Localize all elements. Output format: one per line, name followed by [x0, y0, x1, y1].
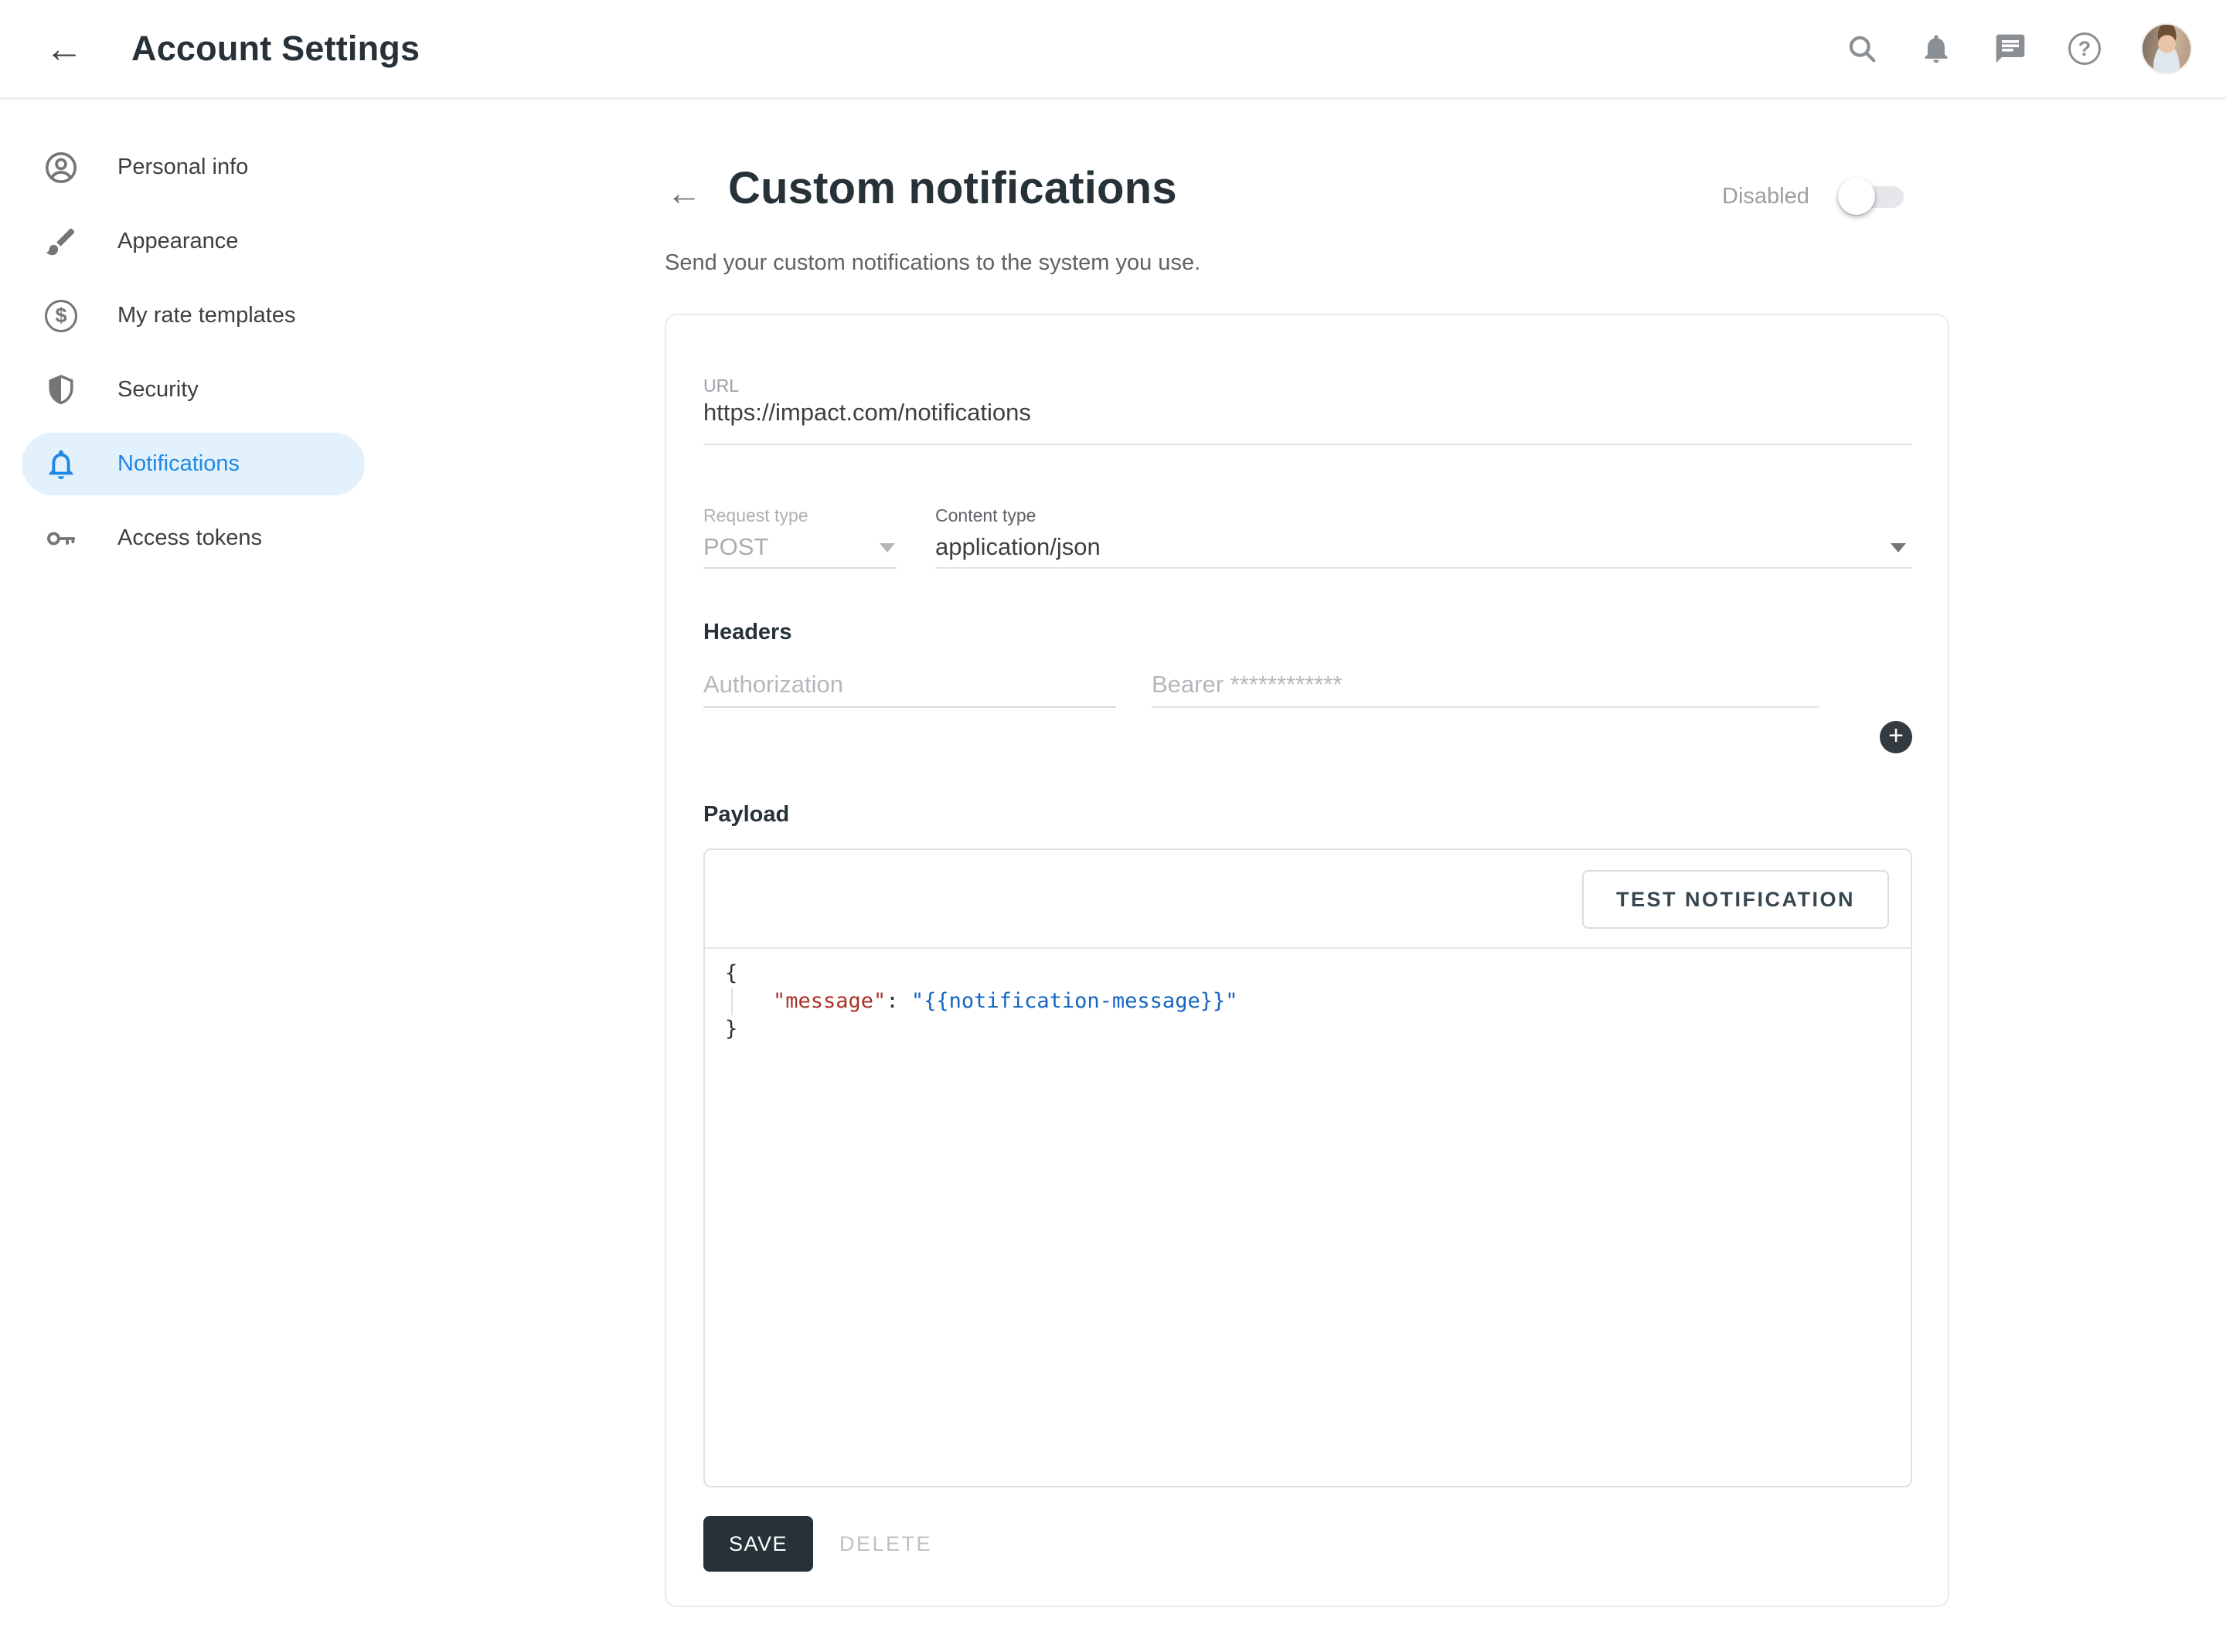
delete-button[interactable]: DELETE	[839, 1516, 932, 1572]
bell-icon	[43, 447, 79, 482]
notifications-bell-icon[interactable]	[1918, 31, 1954, 66]
dollar-glyph: $	[45, 300, 77, 332]
headers-section-title: Headers	[703, 620, 791, 645]
header-key-underline	[703, 706, 1116, 708]
url-underline	[703, 444, 1912, 445]
sidebar-item-label: Appearance	[117, 229, 238, 254]
content-type-underline	[935, 567, 1912, 569]
code-line-message: "message": "{{notification-message}}"	[731, 987, 1911, 1015]
settings-sidebar: Personal info Appearance $ My rate templ…	[0, 99, 386, 581]
page-title: Custom notifications	[728, 162, 1177, 214]
content-type-dropdown-arrow-icon	[1891, 543, 1906, 552]
code-line-open: {	[725, 960, 1911, 987]
add-header-button[interactable]: +	[1880, 721, 1912, 753]
test-notification-button[interactable]: TEST NOTIFICATION	[1582, 870, 1889, 929]
chat-icon[interactable]	[1993, 31, 2028, 66]
header-value-input[interactable]	[1152, 671, 1819, 699]
sidebar-item-label: Notifications	[117, 451, 240, 477]
header-key-input[interactable]	[703, 671, 1116, 699]
request-type-label: Request type	[703, 505, 808, 526]
top-bar-actions: ?	[1844, 23, 2192, 74]
url-input[interactable]	[703, 399, 1909, 427]
notification-settings-card: URL Request type POST Content type appli…	[665, 314, 1949, 1607]
sidebar-item-label: Personal info	[117, 155, 248, 180]
code-line-close: }	[725, 1015, 1911, 1043]
back-icon[interactable]: ←	[45, 29, 83, 68]
question-mark-glyph: ?	[2068, 32, 2101, 65]
content-type-select[interactable]: application/json	[935, 533, 1101, 561]
toggle-status-label: Disabled	[1722, 184, 1809, 209]
payload-code-input[interactable]: { "message": "{{notification-message}}" …	[705, 949, 1911, 1487]
plus-icon: +	[1888, 722, 1904, 749]
sidebar-item-notifications[interactable]: Notifications	[22, 433, 365, 495]
search-icon[interactable]	[1844, 31, 1880, 66]
person-icon	[43, 150, 79, 185]
sidebar-item-personal-info[interactable]: Personal info	[22, 136, 365, 199]
dollar-icon: $	[43, 298, 79, 334]
sidebar-item-label: Access tokens	[117, 525, 262, 551]
help-icon[interactable]: ?	[2067, 31, 2102, 66]
page-subtitle: Send your custom notifications to the sy…	[665, 250, 1200, 276]
key-icon	[43, 521, 79, 556]
sidebar-item-label: Security	[117, 377, 199, 403]
top-bar: ← Account Settings ?	[0, 0, 2226, 99]
sidebar-item-security[interactable]: Security	[22, 359, 365, 421]
enable-toggle[interactable]	[1850, 186, 1904, 208]
brush-icon	[43, 224, 79, 260]
save-button[interactable]: SAVE	[703, 1516, 813, 1572]
content-type-label: Content type	[935, 505, 1036, 526]
code-separator-token: :	[886, 989, 911, 1013]
request-type-dropdown-arrow-icon	[880, 543, 895, 552]
payload-section-title: Payload	[703, 802, 789, 828]
sidebar-item-access-tokens[interactable]: Access tokens	[22, 507, 365, 569]
sidebar-item-my-rate-templates[interactable]: $ My rate templates	[22, 284, 365, 347]
page-back-icon[interactable]: ←	[666, 175, 702, 210]
code-key-token: "message"	[773, 989, 886, 1013]
account-settings-page: ← Account Settings ?	[0, 0, 2226, 1652]
shield-icon	[43, 372, 79, 408]
code-value-token: "{{notification-message}}"	[911, 989, 1238, 1013]
payload-editor: TEST NOTIFICATION { "message": "{{notifi…	[703, 848, 1912, 1487]
sidebar-item-label: My rate templates	[117, 303, 295, 328]
toggle-knob[interactable]	[1838, 178, 1875, 215]
url-label: URL	[703, 376, 739, 396]
user-avatar[interactable]	[2141, 23, 2192, 74]
app-title: Account Settings	[131, 29, 420, 69]
request-type-underline	[703, 567, 897, 569]
header-value-underline	[1152, 706, 1819, 708]
request-type-select[interactable]: POST	[703, 533, 768, 561]
sidebar-item-appearance[interactable]: Appearance	[22, 210, 365, 273]
